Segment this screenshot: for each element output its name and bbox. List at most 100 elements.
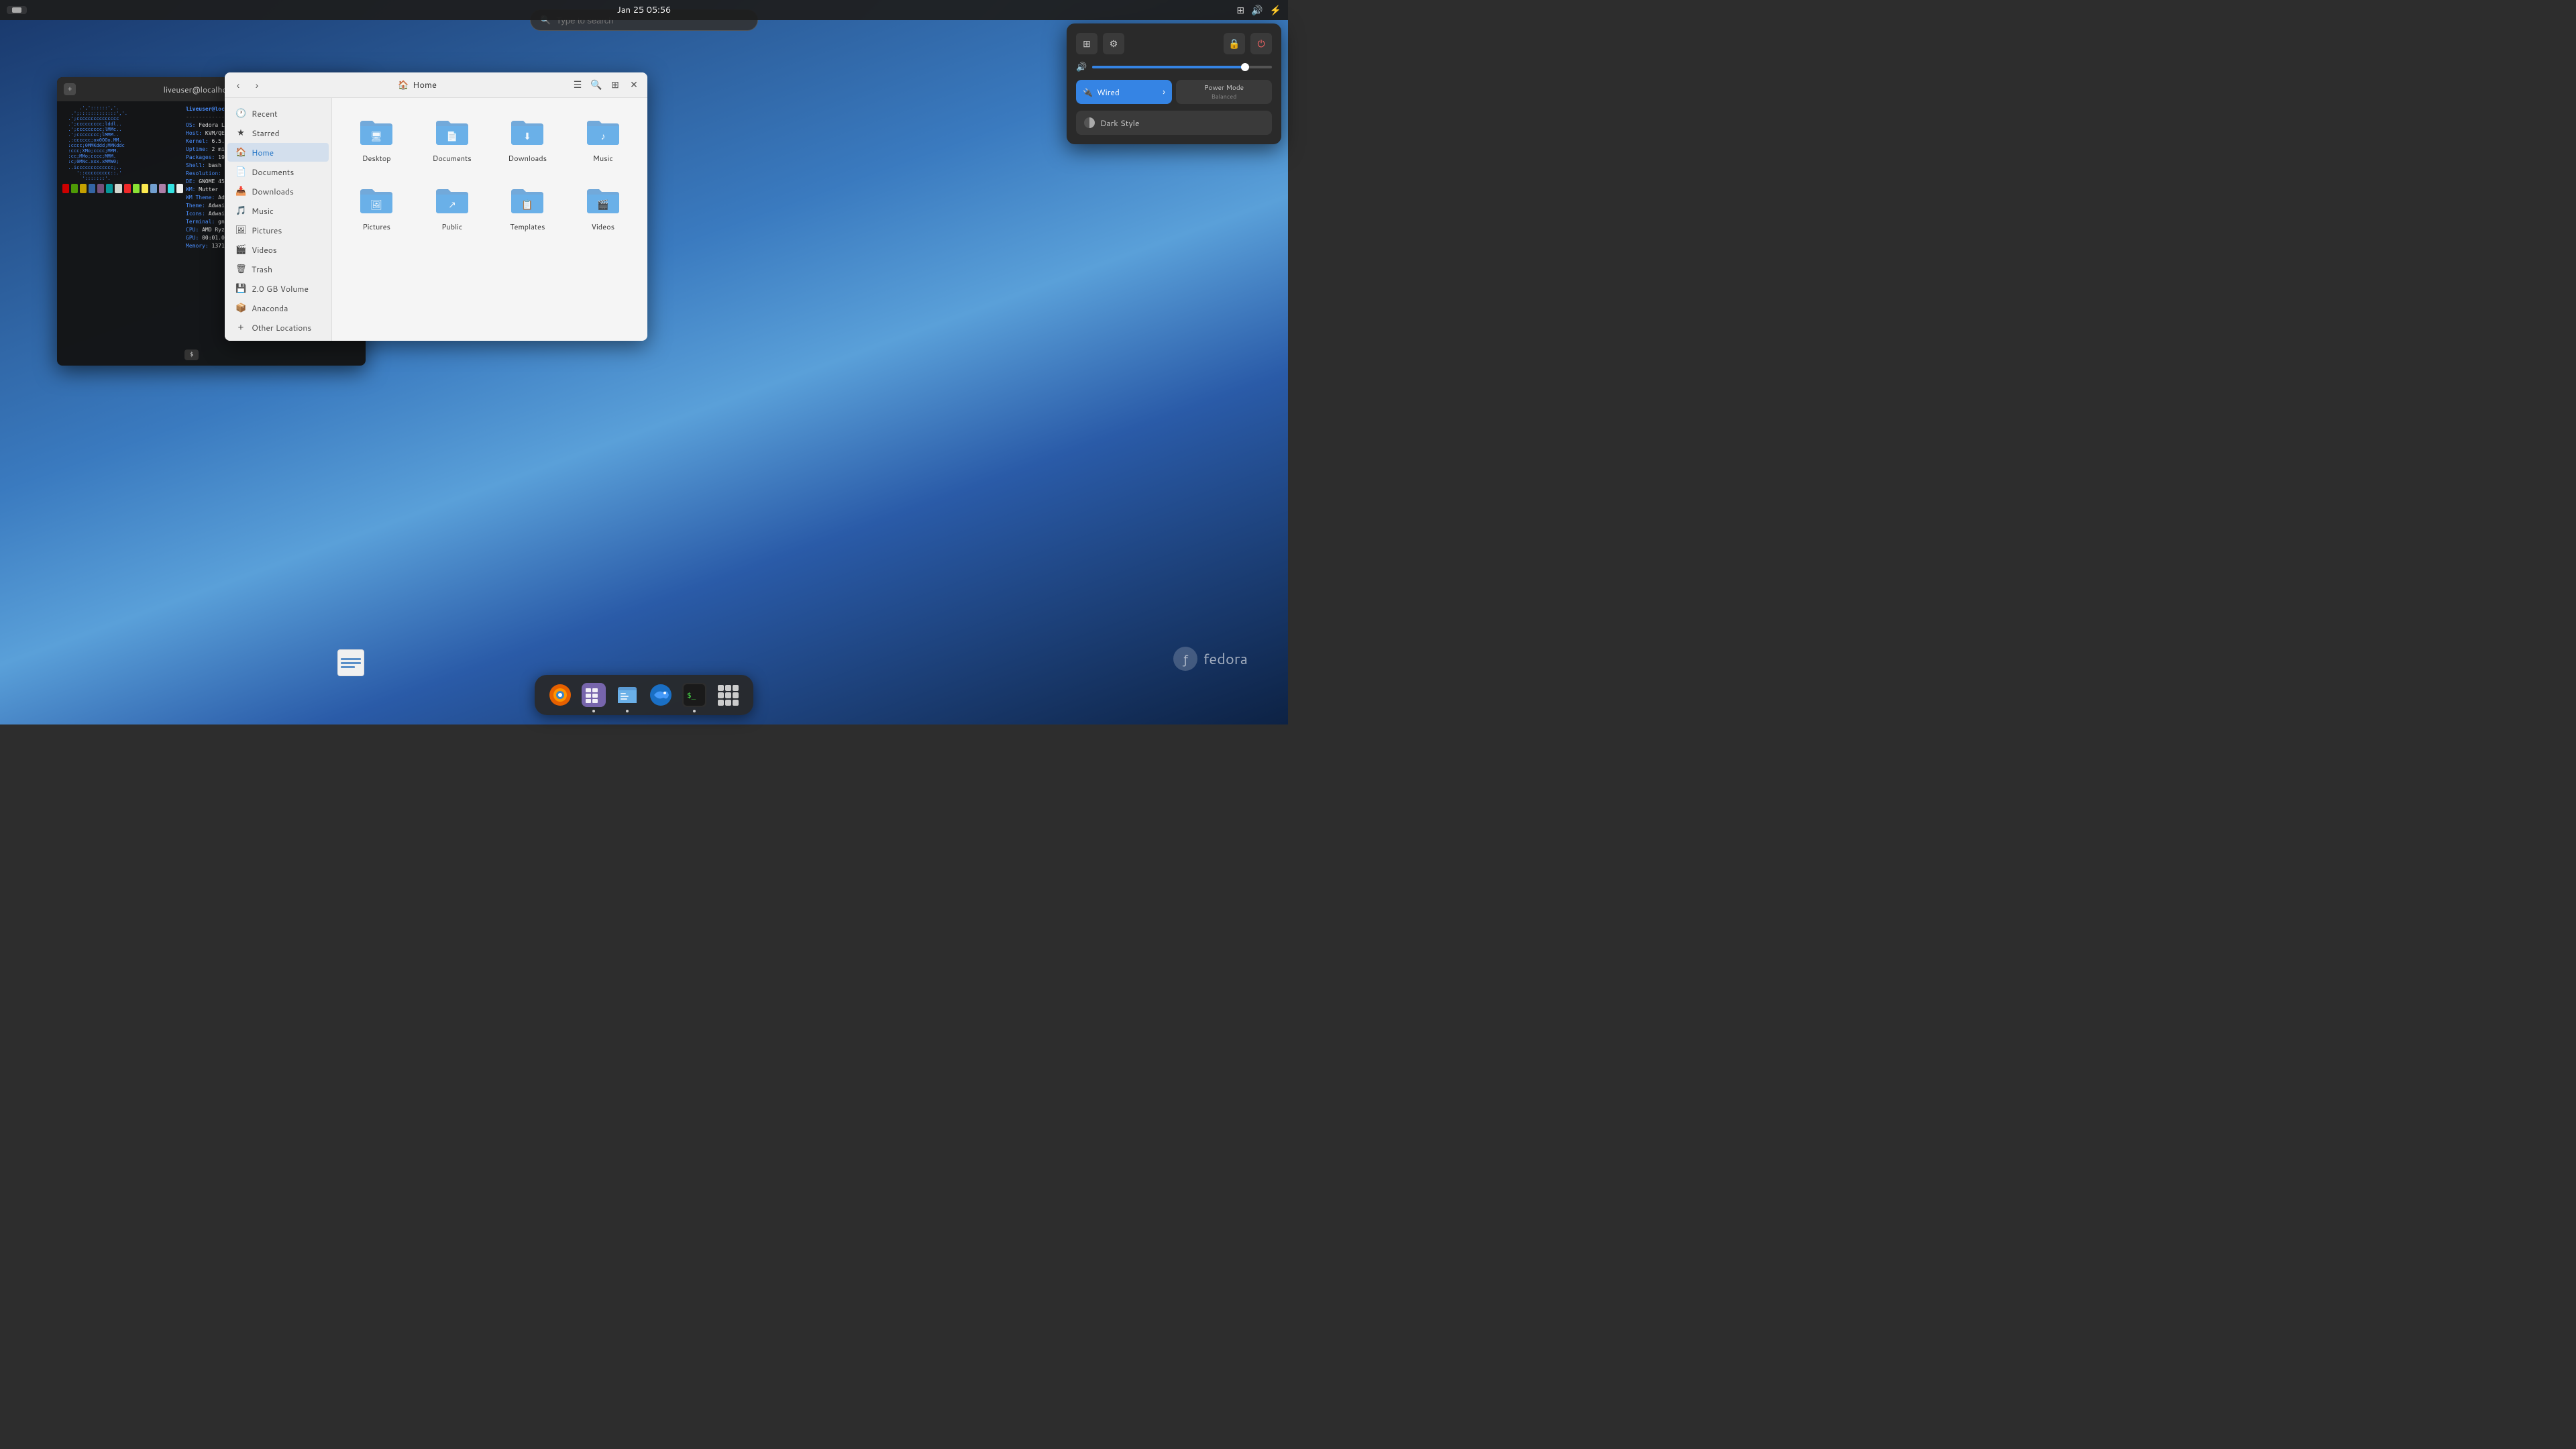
volume-thumb (1241, 63, 1249, 71)
sidebar-item-documents[interactable]: 📄 Documents (227, 162, 329, 181)
sidebar-item-pictures[interactable]: 🖼 Pictures (227, 221, 329, 239)
folder-documents[interactable]: 📄 Documents (419, 109, 486, 169)
sidebar-item-starred[interactable]: ★ Starred (227, 123, 329, 142)
svg-text:↗: ↗ (448, 198, 456, 211)
svg-text:⬇: ⬇ (523, 129, 531, 143)
folder-templates-label: Templates (510, 221, 545, 232)
sidebar-label-anaconda: Anaconda (252, 303, 288, 314)
sidebar-item-recent[interactable]: 🕐 Recent (227, 104, 329, 123)
fm-view-button[interactable]: ⊞ (607, 77, 623, 93)
volume-status-icon[interactable]: 🔊 (1251, 3, 1263, 17)
folder-documents-icon: 📄 (435, 114, 470, 149)
power-mode-button[interactable]: Power Mode Balanced (1176, 80, 1272, 104)
terminal-ascii-art: .','::::::','. .';:::::::::::::','. .';c… (62, 105, 183, 362)
terminal-color-swatches (62, 184, 183, 193)
svg-text:$_: $_ (687, 691, 696, 700)
fm-back-button[interactable]: ‹ (230, 77, 246, 93)
sidebar-label-trash: Trash (252, 264, 272, 275)
sidebar-label-other-locations: Other Locations (252, 322, 311, 333)
file-manager-window: ‹ › 🏠 Home ☰ 🔍 ⊞ ✕ 🕐 Recent ★ Starred � (225, 72, 647, 341)
fm-floating-icon[interactable] (337, 649, 364, 676)
sidebar-item-downloads[interactable]: 📥 Downloads (227, 182, 329, 201)
system-panel-icons: ⊞ ⚙ (1076, 33, 1124, 54)
fm-toolbar-right: ☰ 🔍 ⊞ ✕ (570, 77, 642, 93)
folder-templates-svg: 📋 (510, 182, 545, 217)
fedora-logo-icon: ƒ (1173, 647, 1197, 671)
folder-desktop[interactable]: 🖥 Desktop (343, 109, 411, 169)
power-button[interactable]: ⏻ (1250, 33, 1272, 54)
sidebar-label-documents: Documents (252, 166, 294, 178)
system-settings-button[interactable]: ⚙ (1103, 33, 1124, 54)
dock-item-terminal[interactable]: $_ (680, 680, 709, 710)
activities-button[interactable] (7, 6, 27, 14)
folder-videos[interactable]: 🎬 Videos (570, 177, 637, 237)
fm-close-button[interactable]: ✕ (626, 77, 642, 93)
fm-menu-button[interactable]: ☰ (570, 77, 586, 93)
folder-videos-label: Videos (591, 221, 614, 232)
trash-icon: 🗑 (235, 263, 246, 275)
sidebar-item-anaconda[interactable]: 📦 Anaconda (227, 299, 329, 317)
system-panel-top: ⊞ ⚙ 🔒 ⏻ (1076, 33, 1272, 54)
color-swatch-bright-cyan (168, 184, 174, 193)
app-grid-icon (718, 685, 739, 706)
fm-titlebar: ‹ › 🏠 Home ☰ 🔍 ⊞ ✕ (225, 72, 647, 98)
network-status-icon[interactable]: ⊞ (1236, 3, 1244, 17)
terminal-prompt-tab[interactable]: $ (184, 350, 199, 360)
lock-button[interactable]: 🔒 (1224, 33, 1245, 54)
sidebar-label-music: Music (252, 205, 274, 217)
dark-style-label: Dark Style (1100, 117, 1139, 129)
topbar-datetime: Jan 25 05:56 (617, 4, 672, 16)
fm-forward-button[interactable]: › (249, 77, 265, 93)
sidebar-item-home[interactable]: 🏠 Home (227, 143, 329, 162)
dock-item-bluefish[interactable] (646, 680, 676, 710)
sidebar-item-volume[interactable]: 💾 2.0 GB Volume (227, 279, 329, 298)
recent-icon: 🕐 (235, 107, 246, 119)
dock-item-app-grid[interactable] (713, 680, 743, 710)
folder-documents-svg: 📄 (435, 114, 470, 149)
folder-pictures-label: Pictures (362, 221, 390, 232)
folder-music-svg: ♪ (586, 114, 621, 149)
fm-icon-line-2 (341, 662, 361, 664)
firefox-icon (548, 683, 572, 707)
dock-dot-terminal (693, 710, 696, 712)
dark-style-button[interactable]: Dark Style (1076, 111, 1272, 135)
fm-search-button[interactable]: 🔍 (588, 77, 604, 93)
volume-fill (1092, 66, 1245, 68)
downloads-sidebar-icon: 📥 (235, 185, 246, 197)
other-locations-icon: + (235, 321, 246, 333)
network-button[interactable]: 🔌 Wired › (1076, 80, 1172, 104)
folder-templates-icon: 📋 (510, 182, 545, 217)
sidebar-label-downloads: Downloads (252, 186, 294, 197)
volume-slider[interactable] (1092, 66, 1272, 68)
folder-pictures[interactable]: 🖼 Pictures (343, 177, 411, 237)
svg-text:📋: 📋 (522, 198, 533, 211)
dock-dot-app-launcher (592, 710, 595, 712)
folder-music[interactable]: ♪ Music (570, 109, 637, 169)
dock-item-firefox[interactable] (545, 680, 575, 710)
folder-downloads-icon: ⬇ (510, 114, 545, 149)
dock-item-app-launcher[interactable] (579, 680, 608, 710)
folder-public[interactable]: ↗ Public (419, 177, 486, 237)
fm-sidebar: 🕐 Recent ★ Starred 🏠 Home 📄 Documents 📥 … (225, 98, 332, 341)
app-grid-dot (733, 692, 739, 698)
app-grid-dot (725, 700, 731, 706)
screen-settings-button[interactable]: ⊞ (1076, 33, 1097, 54)
svg-text:📄: 📄 (446, 129, 458, 143)
folder-public-svg: ↗ (435, 182, 470, 217)
color-swatch-bright-green (133, 184, 140, 193)
dock-item-files[interactable] (612, 680, 642, 710)
activities-dot (12, 7, 21, 13)
folder-templates[interactable]: 📋 Templates (494, 177, 561, 237)
app-grid-dot (733, 700, 739, 706)
folder-downloads[interactable]: ⬇ Downloads (494, 109, 561, 169)
anaconda-icon: 📦 (235, 302, 246, 314)
starred-icon: ★ (235, 127, 246, 139)
sidebar-item-videos[interactable]: 🎬 Videos (227, 240, 329, 259)
sidebar-item-other-locations[interactable]: + Other Locations (227, 318, 329, 337)
volume-icon: 🔊 (1076, 61, 1087, 73)
sidebar-item-music[interactable]: 🎵 Music (227, 201, 329, 220)
sidebar-item-trash[interactable]: 🗑 Trash (227, 260, 329, 278)
power-mode-sub: Balanced (1212, 92, 1237, 101)
terminal-add-tab-btn[interactable]: + (64, 83, 76, 95)
power-status-icon[interactable]: ⚡ (1270, 3, 1281, 17)
